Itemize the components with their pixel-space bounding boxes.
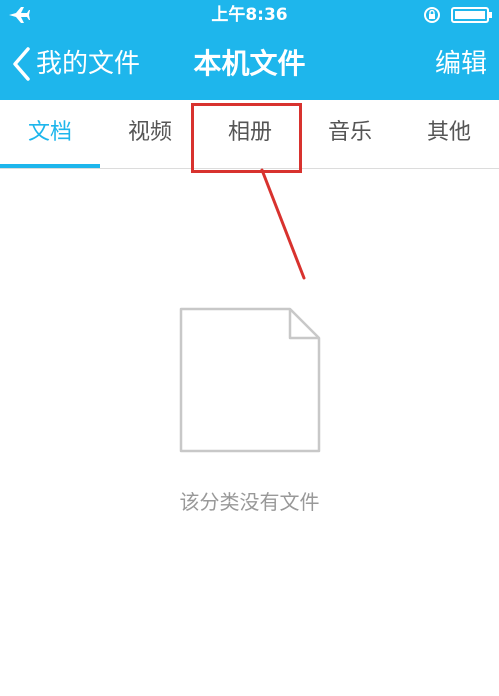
- tab-videos[interactable]: 视频: [100, 100, 200, 168]
- status-bar: 上午8:36: [0, 0, 499, 30]
- tab-documents[interactable]: 文档: [0, 100, 100, 168]
- active-tab-indicator: [0, 164, 100, 168]
- empty-state-message: 该分类没有文件: [179, 490, 320, 514]
- back-label: 我的文件: [36, 49, 141, 79]
- blank-file-icon: [179, 307, 321, 453]
- back-button[interactable]: 我的文件: [10, 44, 140, 84]
- edit-button[interactable]: 编辑: [435, 44, 487, 84]
- app-header: 上午8:36 我的文件 本机文件 编辑: [0, 0, 499, 100]
- chevron-left-icon: [13, 47, 30, 81]
- tab-music[interactable]: 音乐: [300, 100, 400, 168]
- annotation-highlight-box: [191, 103, 302, 173]
- battery-icon: [451, 7, 492, 23]
- rotation-lock-icon: [424, 7, 440, 23]
- nav-bar: 我的文件 本机文件 编辑: [0, 30, 499, 100]
- tab-other[interactable]: 其他: [399, 100, 499, 168]
